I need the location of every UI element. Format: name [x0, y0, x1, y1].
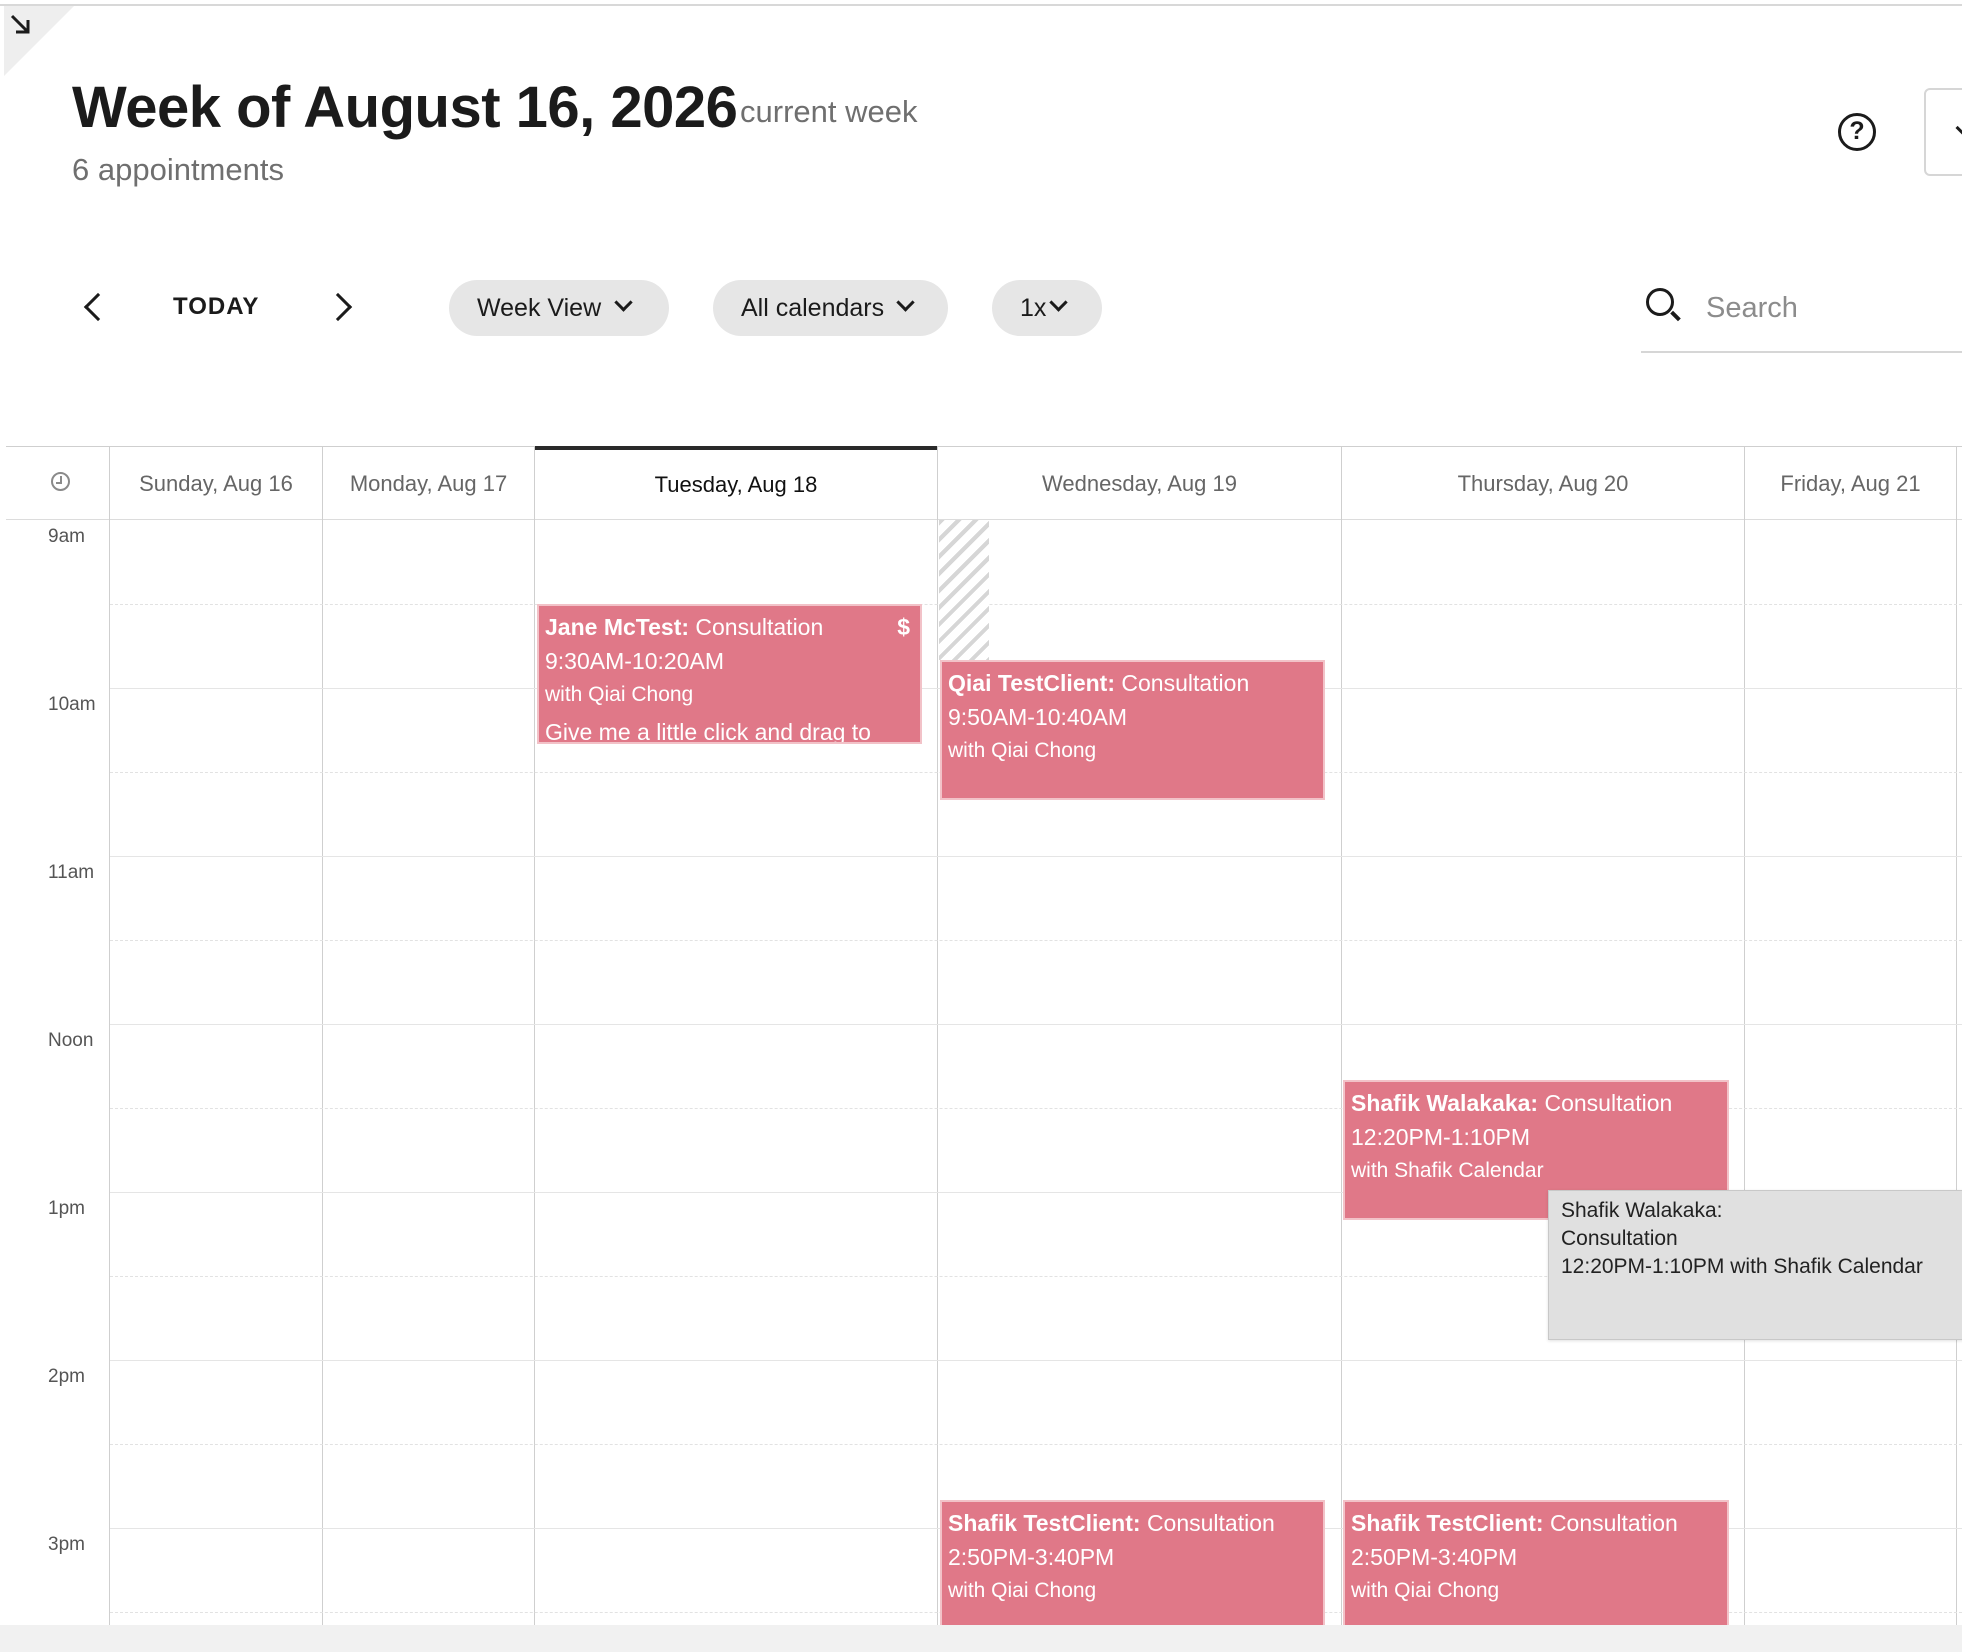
appointment-client: Shafik TestClient: [1351, 1510, 1544, 1536]
appointment-client: Jane McTest: [545, 614, 690, 640]
hour-label: Noon [48, 1030, 94, 1051]
appointment-type: Consultation [695, 614, 824, 640]
arrow-collapse-icon[interactable] [8, 12, 34, 38]
appointment-type: Consultation [1146, 1510, 1275, 1536]
zoom-select-label: 1x [1020, 294, 1047, 322]
appointment-time: 9:30AM-10:20AM [545, 648, 724, 674]
tooltip-type: Consultation [1561, 1227, 1678, 1250]
appointment-staff: with Qiai Chong [545, 683, 694, 706]
appointment-type: Consultation [1544, 1090, 1673, 1116]
view-select-label: Week View [477, 294, 602, 322]
current-week-label: current week [740, 94, 918, 129]
tooltip-details: 12:20PM-1:10PM with Shafik Calendar [1561, 1255, 1923, 1278]
zoom-select[interactable]: 1x [992, 280, 1102, 336]
chevron-down-icon [1955, 119, 1962, 137]
chevron-down-icon [1049, 293, 1068, 312]
appointment-time: 12:20PM-1:10PM [1351, 1124, 1530, 1150]
appointment-shafik-testclient-wed[interactable]: Shafik TestClient: Consultation 2:50PM-3… [940, 1500, 1325, 1625]
appointment-time: 2:50PM-3:40PM [948, 1544, 1115, 1570]
search-input[interactable] [1706, 286, 1962, 330]
appointment-qiai-testclient[interactable]: Qiai TestClient: Consultation 9:50AM-10:… [940, 660, 1325, 800]
calendars-select[interactable]: All calendars [713, 280, 948, 336]
day-header-friday[interactable]: Friday, Aug 21 [1745, 446, 1956, 519]
appointment-client: Shafik TestClient: [948, 1510, 1141, 1536]
previous-week-button[interactable] [74, 288, 114, 328]
day-header-tuesday[interactable]: Tuesday, Aug 18 [535, 446, 937, 519]
appointment-time: 2:50PM-3:40PM [1351, 1544, 1518, 1570]
column-divider [322, 446, 323, 1625]
appointment-client: Shafik Walakaka: [1351, 1090, 1539, 1116]
column-divider [1744, 446, 1745, 1625]
appointment-tooltip: Shafik Walakaka: Consultation 12:20PM-1:… [1548, 1190, 1962, 1340]
appointment-jane-mctest[interactable]: Jane McTest: Consultation 9:30AM-10:20AM… [537, 604, 922, 744]
half-hour-line [110, 604, 1962, 605]
hour-label: 11am [48, 862, 95, 883]
hour-line [110, 1024, 1962, 1025]
day-header-monday[interactable]: Monday, Aug 17 [323, 446, 534, 519]
calendar-app: Week of August 16, 2026 current week 6 a… [0, 0, 1962, 1625]
hour-label: 1pm [48, 1198, 85, 1219]
chevron-down-icon [614, 293, 633, 312]
next-week-button[interactable] [322, 288, 362, 328]
half-hour-line [110, 940, 1962, 941]
column-divider [1956, 446, 1957, 1625]
hour-line [110, 1360, 1962, 1361]
half-hour-line [110, 1444, 1962, 1445]
search-underline [1641, 351, 1962, 353]
appointment-time: 9:50AM-10:40AM [948, 704, 1127, 730]
top-border [0, 4, 1962, 6]
tooltip-client: Shafik Walakaka: [1561, 1199, 1723, 1222]
column-divider [937, 446, 938, 1625]
day-header-sunday[interactable]: Sunday, Aug 16 [110, 446, 322, 519]
appointment-note: Give me a little click and drag to [545, 719, 871, 744]
column-divider [534, 446, 535, 1625]
paid-dollar-icon: $ [897, 614, 910, 640]
appointment-staff: with Qiai Chong [948, 1579, 1097, 1602]
appointment-staff: with Shafik Calendar [1351, 1159, 1544, 1182]
chevron-left-icon [83, 292, 113, 322]
day-header-thursday[interactable]: Thursday, Aug 20 [1342, 446, 1744, 519]
day-header-wednesday[interactable]: Wednesday, Aug 19 [938, 446, 1341, 519]
calendars-select-label: All calendars [741, 294, 885, 322]
hour-label: 3pm [48, 1534, 85, 1555]
today-button[interactable]: TODAY [173, 293, 259, 321]
appointment-staff: with Qiai Chong [948, 739, 1097, 762]
appointment-type: Consultation [1121, 670, 1250, 696]
hour-label: 9am [48, 526, 85, 547]
hour-label: 10am [48, 694, 96, 715]
question-circle-icon[interactable]: ? [1838, 113, 1876, 151]
hour-label: 2pm [48, 1366, 85, 1387]
appointment-client: Qiai TestClient: [948, 670, 1115, 696]
appointment-staff: with Qiai Chong [1351, 1579, 1500, 1602]
more-options-button[interactable] [1924, 88, 1962, 176]
page-title: Week of August 16, 2026 [72, 75, 738, 140]
time-column-divider [109, 446, 110, 1625]
view-select[interactable]: Week View [449, 280, 669, 336]
column-divider [1341, 446, 1342, 1625]
hour-line [110, 856, 1962, 857]
appointment-shafik-testclient-thu[interactable]: Shafik TestClient: Consultation 2:50PM-3… [1343, 1500, 1729, 1625]
chevron-down-icon [896, 293, 915, 312]
search-icon[interactable] [1646, 288, 1682, 326]
appointment-count: 6 appointments [72, 152, 284, 187]
clock-icon [51, 472, 70, 491]
unavailable-block [939, 520, 989, 660]
week-grid: Sunday, Aug 16 Monday, Aug 17 Tuesday, A… [6, 446, 1962, 1625]
appointment-type: Consultation [1549, 1510, 1678, 1536]
chevron-right-icon [323, 292, 353, 322]
